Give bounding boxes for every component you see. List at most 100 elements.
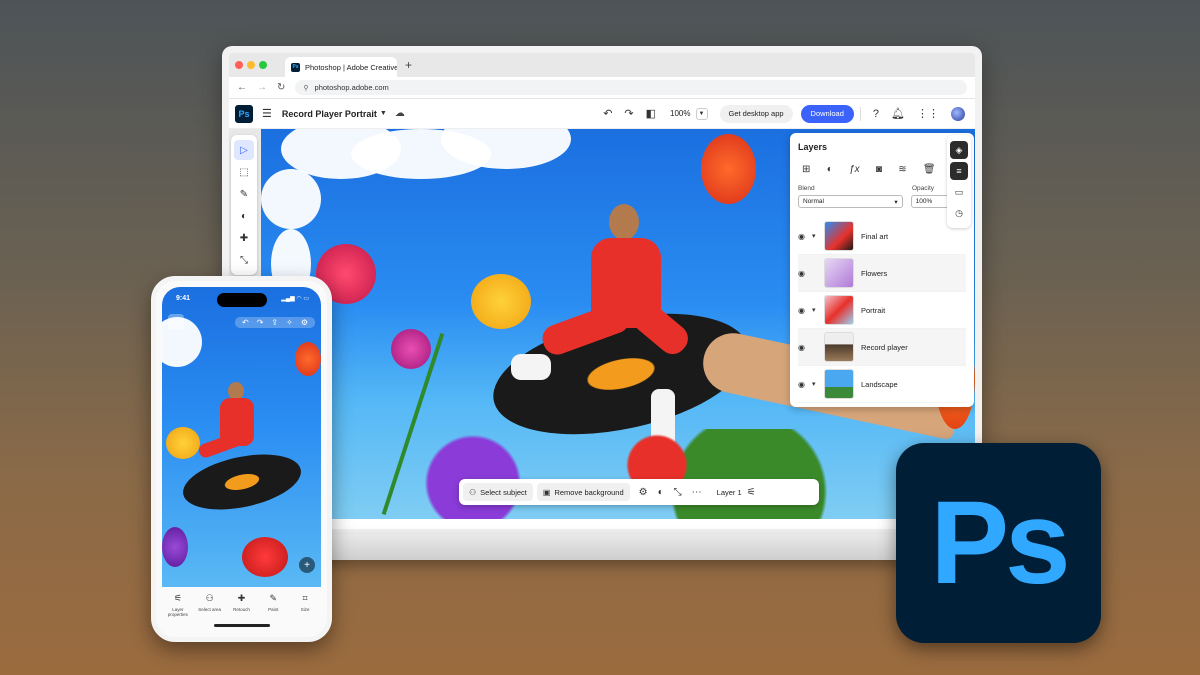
- add-icon[interactable]: +: [299, 557, 315, 573]
- back-icon[interactable]: ←: [237, 82, 247, 93]
- lightbulb-icon[interactable]: ✧: [286, 318, 293, 327]
- phone-actions: ↶ ↷ ⇪ ✧ ⚙: [235, 316, 315, 328]
- phone-canvas[interactable]: 9:41 ▂▄▆ ◠ ▭ ⌂ ↶ ↷ ⇪ ✧ ⚙ +: [162, 287, 321, 587]
- download-button[interactable]: Download: [800, 104, 854, 123]
- adjust-icon[interactable]: ◐: [658, 487, 664, 498]
- mask-icon[interactable]: ◙: [876, 164, 882, 175]
- healing-tool-icon[interactable]: ✚: [234, 228, 254, 248]
- adjustment-layer-icon[interactable]: ◐: [827, 164, 833, 175]
- layer-thumbnail: [824, 369, 854, 399]
- layer-thumbnail: [824, 258, 854, 288]
- more-icon[interactable]: ⋯: [692, 487, 702, 498]
- opacity-label: Opacity: [912, 185, 935, 192]
- blend-mode-select[interactable]: Normal ▾: [798, 195, 903, 208]
- adjust-tool-icon[interactable]: ◐: [234, 206, 254, 226]
- flower-red: [242, 537, 288, 577]
- layer-row-portrait[interactable]: ◉ ▾ Portrait: [798, 292, 966, 329]
- phone-tool-label: Size: [300, 607, 310, 612]
- layers-stack-icon[interactable]: ≋: [898, 164, 906, 175]
- tab-title: Photoshop | Adobe Creative C: [305, 62, 397, 72]
- flower-bed: [381, 429, 841, 519]
- undo-icon[interactable]: ↶: [603, 107, 612, 120]
- sliders-icon[interactable]: ⚟: [747, 487, 756, 498]
- add-layer-icon[interactable]: ⊞: [802, 164, 810, 175]
- layer-row-flowers[interactable]: ◉ Flowers: [798, 255, 966, 292]
- phone-tool-layer-properties[interactable]: ⚟ Layer properties: [165, 593, 191, 617]
- transform-icon[interactable]: ⤡: [674, 487, 682, 498]
- select-subject-button[interactable]: ⚇ Select subject: [463, 483, 533, 501]
- help-icon[interactable]: ?: [873, 108, 879, 120]
- eye-icon[interactable]: ◉: [798, 343, 812, 352]
- minimize-window-dot[interactable]: [247, 61, 255, 69]
- eye-icon[interactable]: ◉: [798, 380, 812, 389]
- url-input[interactable]: ⚲ photoshop.adobe.com: [295, 80, 967, 95]
- remove-background-label: Remove background: [554, 487, 624, 497]
- select-subject-label: Select subject: [480, 487, 527, 497]
- document-canvas[interactable]: Layers ✕ ⊞ ◐ ƒx ◙ ≋ 🗑︎ ⋯ Blend Opacity: [261, 129, 975, 519]
- layer-name: Landscape: [861, 379, 898, 389]
- cloud-icon[interactable]: ☁: [395, 108, 405, 119]
- apps-grid-icon[interactable]: ⋮⋮: [917, 107, 939, 120]
- comments-icon[interactable]: ▭: [950, 183, 968, 201]
- phone-tool-select-area[interactable]: ⚇ Select area: [197, 593, 223, 617]
- current-layer-label[interactable]: Layer 1: [717, 488, 742, 497]
- new-tab-button[interactable]: +: [405, 58, 412, 72]
- home-icon[interactable]: ⌂: [168, 314, 184, 330]
- properties-icon[interactable]: ≡: [950, 162, 968, 180]
- layers-icon[interactable]: ◈: [950, 141, 968, 159]
- phone-tool-label: Layer properties: [167, 607, 188, 617]
- workspace: Layers ✕ ⊞ ◐ ƒx ◙ ≋ 🗑︎ ⋯ Blend Opacity: [229, 129, 975, 519]
- phone-tool-paint[interactable]: ✎ Paint: [260, 593, 286, 617]
- zoom-chevron-down-icon[interactable]: ▼: [695, 107, 708, 120]
- forward-icon[interactable]: →: [257, 82, 267, 93]
- document-title[interactable]: Record Player Portrait: [282, 109, 377, 119]
- generative-icon[interactable]: ⚙: [639, 487, 648, 498]
- quick-select-tool-icon[interactable]: ✎: [234, 184, 254, 204]
- photoshop-logo[interactable]: Ps: [235, 104, 253, 123]
- reload-icon[interactable]: ↻: [277, 82, 285, 93]
- phone-tool-size[interactable]: ⌗ Size: [292, 593, 318, 617]
- chevron-down-icon[interactable]: ▾: [812, 380, 824, 388]
- undo-icon[interactable]: ↶: [242, 318, 249, 327]
- history-icon[interactable]: ◷: [950, 204, 968, 222]
- share-icon[interactable]: ⇪: [271, 318, 278, 327]
- redo-icon[interactable]: ↷: [257, 318, 264, 327]
- chevron-down-icon[interactable]: ▾: [812, 306, 824, 314]
- right-rail: ◈ ≡ ▭ ◷: [947, 135, 971, 228]
- get-desktop-app-button[interactable]: Get desktop app: [719, 104, 793, 123]
- object-select-tool-icon[interactable]: ⬚: [234, 162, 254, 182]
- layer-row-record-player[interactable]: ◉ Record player: [798, 329, 966, 366]
- image-icon: ▣: [542, 487, 551, 497]
- compare-icon[interactable]: ◧: [646, 107, 656, 120]
- eye-icon[interactable]: ◉: [798, 232, 812, 241]
- portrait-person: [511, 204, 694, 449]
- browser-window: Ps Photoshop | Adobe Creative C × + ← → …: [222, 46, 982, 536]
- layer-name: Flowers: [861, 268, 888, 278]
- chevron-down-icon[interactable]: ▼: [380, 110, 387, 117]
- zoom-level[interactable]: 100%: [670, 109, 690, 118]
- eye-icon[interactable]: ◉: [798, 306, 812, 315]
- chevron-down-icon: ▾: [894, 198, 898, 206]
- redo-icon[interactable]: ↷: [624, 107, 633, 120]
- chevron-down-icon[interactable]: ▾: [812, 232, 824, 240]
- phone-tool-retouch[interactable]: ✚ Retouch: [228, 593, 254, 617]
- browser-tab[interactable]: Ps Photoshop | Adobe Creative C ×: [285, 57, 397, 77]
- avatar[interactable]: [951, 106, 965, 121]
- remove-background-button[interactable]: ▣ Remove background: [536, 483, 630, 501]
- maximize-window-dot[interactable]: [259, 61, 267, 69]
- layer-row-landscape[interactable]: ◉ ▾ Landscape: [798, 366, 966, 403]
- close-window-dot[interactable]: [235, 61, 243, 69]
- move-tool-icon[interactable]: ▷: [234, 140, 254, 160]
- trash-icon[interactable]: 🗑︎: [923, 164, 936, 175]
- eye-icon[interactable]: ◉: [798, 269, 812, 278]
- site-info-icon[interactable]: ⚲: [303, 84, 308, 92]
- transform-tool-icon[interactable]: ⤡: [234, 250, 254, 270]
- gear-icon[interactable]: ⚙: [301, 318, 308, 327]
- layer-row-final-art[interactable]: ◉ ▾ Final art: [798, 218, 966, 255]
- effects-icon[interactable]: ƒx: [849, 164, 860, 175]
- photoshop-favicon-icon: Ps: [291, 62, 300, 72]
- crop-icon: ⌗: [302, 593, 308, 603]
- bell-icon[interactable]: 🔔︎: [891, 107, 905, 120]
- blend-label: Blend: [798, 185, 815, 192]
- menu-icon[interactable]: ☰: [262, 107, 272, 120]
